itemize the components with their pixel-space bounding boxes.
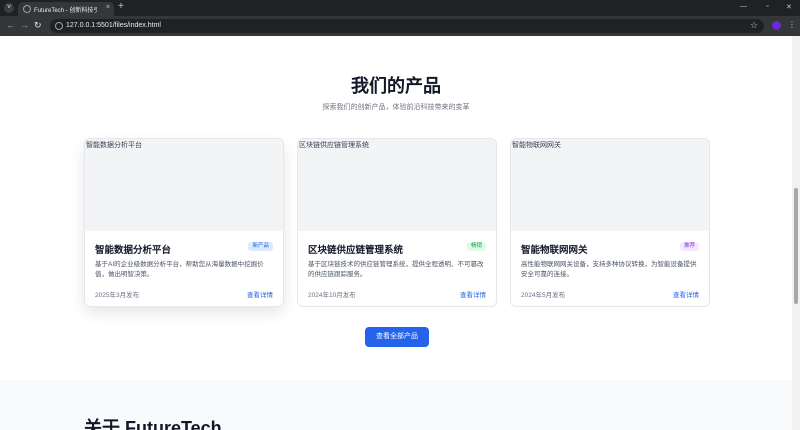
product-name: 智能数据分析平台 <box>95 245 172 256</box>
broken-image-alt: 区块链供应链管理系统 <box>299 142 369 149</box>
bookmark-star-icon[interactable]: ☆ <box>750 20 758 31</box>
product-description: 基于AI的企业级数据分析平台，帮助您从海量数据中挖掘价值，做出明智决策。 <box>95 261 264 278</box>
forward-icon[interactable]: → <box>20 20 29 30</box>
status-badge: 畅销 <box>466 242 486 251</box>
broken-image-alt: 智能数据分析平台 <box>86 142 142 149</box>
maximize-icon[interactable]: ▫ <box>766 3 768 10</box>
products-subtitle: 探索我们的创新产品，体验前沿科技带来的变革 <box>322 104 470 111</box>
tab-title: FutureTech - 创新科技引领未来 <box>34 8 98 14</box>
product-image: 区块链供应链管理系统 <box>298 139 496 231</box>
product-name: 智能物联网网关 <box>521 245 588 256</box>
about-section: 关于 FutureTech <box>0 380 792 430</box>
status-badge: 新产品 <box>248 242 273 251</box>
product-image: 智能数据分析平台 <box>85 139 283 231</box>
reload-icon[interactable]: ↻ <box>34 20 42 31</box>
view-details-link[interactable]: 查看详情 <box>247 289 273 299</box>
globe-icon <box>23 5 31 13</box>
scrollbar-thumb[interactable] <box>794 188 798 304</box>
tab-close-icon[interactable]: × <box>106 4 110 11</box>
close-window-icon[interactable]: ✕ <box>786 3 792 11</box>
tab-search-button[interactable]: ˅ <box>4 3 14 13</box>
page-viewport: 我们的产品 探索我们的创新产品，体验前沿科技带来的变革 智能数据分析平台 智能数… <box>0 36 792 430</box>
browser-tab[interactable]: FutureTech - 创新科技引领未来 × <box>18 2 114 16</box>
product-name: 区块链供应链管理系统 <box>308 245 404 256</box>
url-text: 127.0.0.1:5501/files/index.html <box>66 22 161 29</box>
view-all-products-button[interactable]: 查看全部产品 <box>365 327 429 347</box>
new-tab-button[interactable]: + <box>118 1 124 12</box>
product-image: 智能物联网网关 <box>511 139 709 231</box>
release-date: 2024年5月发布 <box>521 292 566 299</box>
page-scrollbar[interactable] <box>792 36 800 430</box>
browser-tab-bar: ˅ FutureTech - 创新科技引领未来 × + — ▫ ✕ <box>0 0 800 16</box>
products-title: 我们的产品 <box>351 76 441 96</box>
release-date: 2024年10月发布 <box>308 292 356 299</box>
product-card: 区块链供应链管理系统 区块链供应链管理系统 畅销 基于区块链技术的供应链管理系统… <box>297 138 497 307</box>
minimize-icon[interactable]: — <box>740 3 747 10</box>
extension-icon[interactable] <box>772 21 781 30</box>
product-card: 智能物联网网关 智能物联网网关 推荐 高性能物联网网关设备，支持多种协议转换，为… <box>510 138 710 307</box>
browser-toolbar: ← → ↻ 127.0.0.1:5501/files/index.html ☆ … <box>0 16 800 36</box>
view-details-link[interactable]: 查看详情 <box>460 289 486 299</box>
back-icon[interactable]: ← <box>6 20 15 30</box>
address-bar[interactable]: 127.0.0.1:5501/files/index.html ☆ <box>50 19 764 33</box>
browser-menu-icon[interactable]: ⋮ <box>788 20 796 29</box>
view-details-link[interactable]: 查看详情 <box>673 289 699 299</box>
about-title: 关于 FutureTech <box>84 418 222 430</box>
product-card: 智能数据分析平台 智能数据分析平台 新产品 基于AI的企业级数据分析平台，帮助您… <box>84 138 284 307</box>
product-description: 高性能物联网网关设备，支持多种协议转换，为智能设备提供安全可靠的连接。 <box>521 261 697 278</box>
broken-image-alt: 智能物联网网关 <box>512 142 561 149</box>
release-date: 2025年3月发布 <box>95 292 140 299</box>
product-description: 基于区块链技术的供应链管理系统，提供全程透明、不可篡改的供应链跟踪服务。 <box>308 261 484 278</box>
status-badge: 推荐 <box>679 242 699 251</box>
site-info-icon[interactable] <box>55 22 63 30</box>
